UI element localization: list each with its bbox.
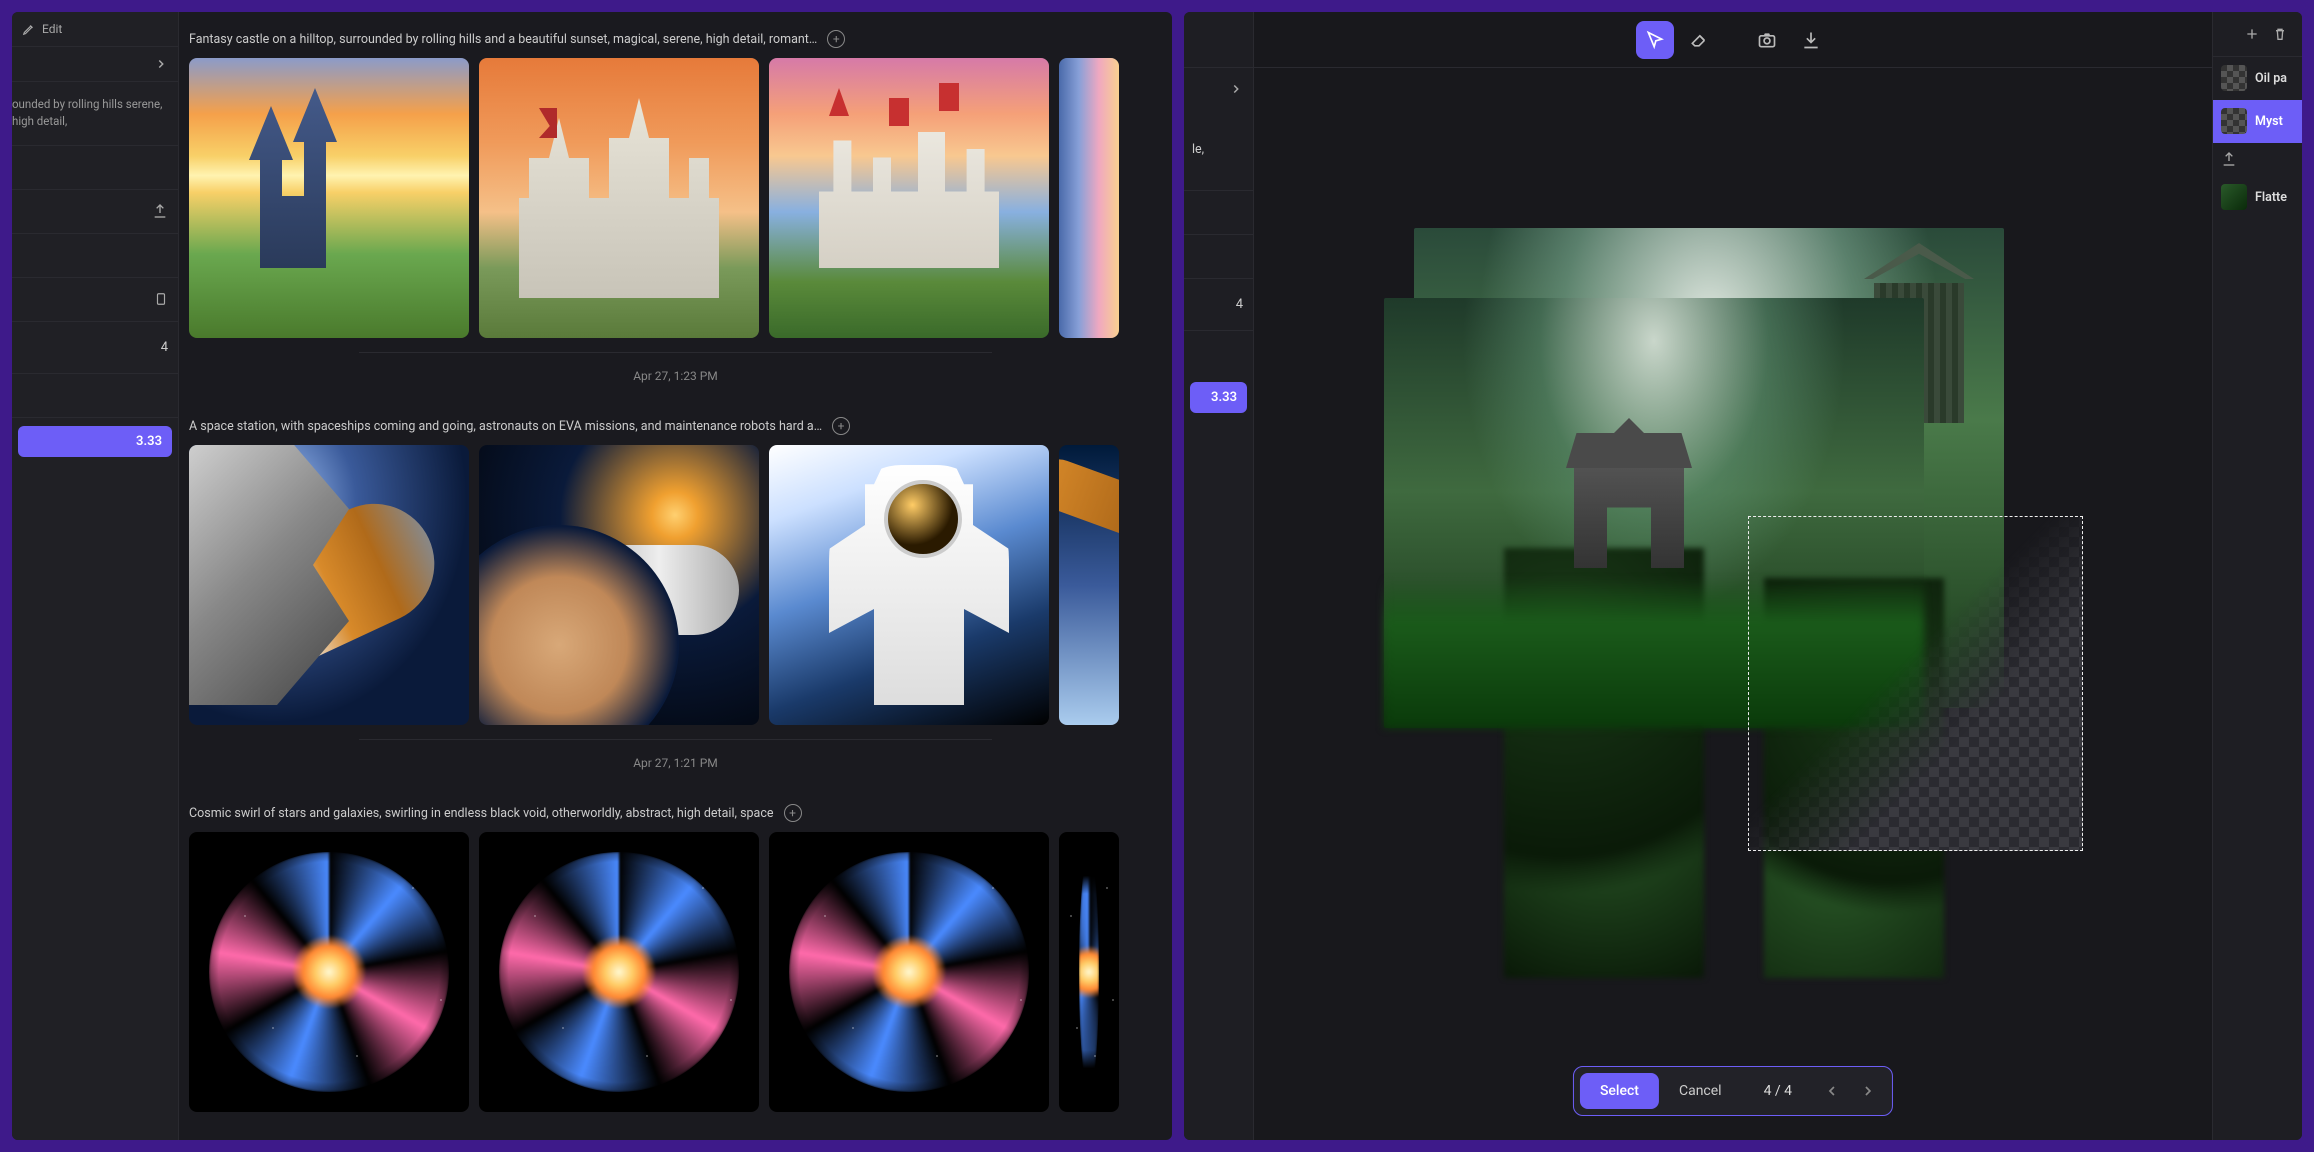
generation-thumb[interactable] [189,832,469,1112]
layer-row[interactable]: Oil pa [2213,57,2302,100]
add-layer-button[interactable] [2240,22,2264,46]
delete-layer-button[interactable] [2268,22,2292,46]
layer-thumb [2221,65,2247,91]
eraser-tool[interactable] [1680,21,1718,59]
chevron-right-icon [1229,82,1243,96]
layer-row[interactable]: Myst [2213,100,2302,143]
layers-panel: Oil pa Myst Flatte [2212,12,2302,1140]
settings-row-1[interactable] [12,146,178,190]
generation-group: Cosmic swirl of stars and galaxies, swir… [189,796,1172,1112]
canvas-viewport[interactable]: Select Cancel 4 / 4 [1254,68,2212,1140]
add-to-prompt-button[interactable]: + [784,804,802,822]
pointer-tool[interactable] [1636,21,1674,59]
generation-thumb[interactable] [1059,832,1119,1112]
settings-row-3[interactable] [12,374,178,418]
generation-thumb[interactable] [769,832,1049,1112]
generation-thumb[interactable] [189,445,469,725]
generation-thumb[interactable] [1059,58,1119,338]
generation-group: A space station, with spaceships coming … [189,409,1172,786]
generation-thumb[interactable] [479,832,759,1112]
aspect-row[interactable] [12,278,178,322]
upload-icon [152,203,168,219]
generate-cost-button[interactable]: 3.33 [18,426,172,457]
generation-group: Fantasy castle on a hilltop, surrounded … [189,22,1172,399]
generation-timestamp: Apr 27, 1:21 PM [359,739,992,786]
upload-icon [2221,151,2237,167]
download-tool[interactable] [1792,21,1830,59]
generate-cost-button[interactable]: 3.33 [1190,382,1247,413]
upload-row[interactable] [12,190,178,234]
layer-upload-row[interactable] [2213,143,2302,176]
selection-region[interactable] [1748,516,2083,851]
left-settings-sidebar: Edit ounded by rolling hills serene, hig… [12,12,179,1140]
canvas-action-bar: Select Cancel 4 / 4 [1573,1066,1893,1116]
generation-thumb[interactable] [1059,445,1119,725]
prompt-preview: ounded by rolling hills serene, high det… [12,82,178,146]
generation-thumb[interactable] [769,58,1049,338]
edit-label: Edit [42,22,62,36]
layer-label: Flatte [2255,190,2287,205]
layer-label: Oil pa [2255,71,2287,86]
layer-thumb [2221,108,2247,134]
count-row[interactable]: 4 [1184,278,1253,330]
generation-history-pane: Edit ounded by rolling hills serene, hig… [12,12,1172,1140]
add-to-prompt-button[interactable]: + [827,30,845,48]
cancel-button[interactable]: Cancel [1659,1073,1742,1109]
layer-thumb [2221,184,2247,210]
canvas-area: Select Cancel 4 / 4 [1254,12,2212,1140]
generation-timestamp: Apr 27, 1:23 PM [359,352,992,399]
prompt-preview: le, [1184,110,1253,190]
add-to-prompt-button[interactable]: + [832,417,850,435]
generation-thumb[interactable] [189,58,469,338]
sidebar-collapse[interactable] [1184,68,1253,110]
portrait-icon [154,290,168,308]
layer-label: Myst [2255,114,2283,129]
select-button[interactable]: Select [1580,1073,1659,1109]
generation-thumb[interactable] [479,58,759,338]
chevron-right-icon [154,57,168,71]
prev-result-button[interactable] [1814,1073,1850,1109]
generation-gallery: Fantasy castle on a hilltop, surrounded … [179,12,1172,1140]
pencil-icon [22,22,36,36]
canvas-editor-pane: le, 4 3.33 [1184,12,2302,1140]
layer-row[interactable]: Flatte [2213,176,2302,219]
temple-decoration [1554,418,1704,568]
count-row[interactable]: 4 [12,322,178,374]
result-counter: 4 / 4 [1742,1083,1814,1099]
canvas-toolbar [1254,12,2212,68]
settings-row-2[interactable] [12,234,178,278]
next-result-button[interactable] [1850,1073,1886,1109]
generation-prompt: Cosmic swirl of stars and galaxies, swir… [189,806,774,821]
camera-tool[interactable] [1748,21,1786,59]
generation-thumb[interactable] [769,445,1049,725]
edit-row[interactable]: Edit [12,12,178,47]
generation-thumb[interactable] [479,445,759,725]
right-settings-sidebar: le, 4 3.33 [1184,12,1254,1140]
generation-prompt: Fantasy castle on a hilltop, surrounded … [189,32,817,47]
sidebar-collapse[interactable] [12,47,178,82]
generation-prompt: A space station, with spaceships coming … [189,419,822,434]
